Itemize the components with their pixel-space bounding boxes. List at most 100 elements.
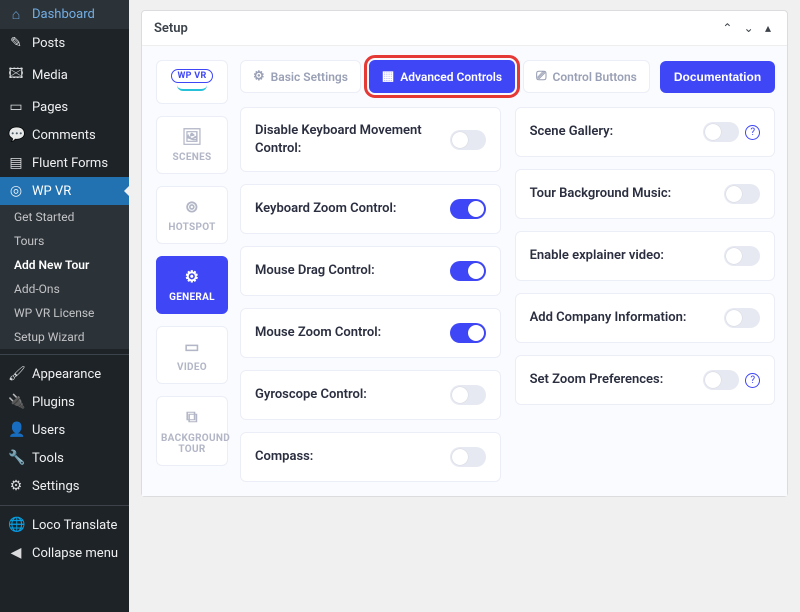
menu-icon: 🌐 xyxy=(8,517,24,533)
htab-icon: ⚙ xyxy=(253,69,265,84)
info-icon[interactable]: ? xyxy=(745,125,760,140)
htab-icon: ⎚ xyxy=(536,69,546,84)
htab-icon: ▦ xyxy=(382,69,394,84)
sidebar-subitem-setup-wizard[interactable]: Setup Wizard xyxy=(0,325,129,349)
sidebar-item-settings[interactable]: ⚙Settings xyxy=(0,472,129,500)
toggle-switch[interactable] xyxy=(450,130,486,150)
setting-controls xyxy=(450,130,486,150)
sidebar-item-collapse-menu[interactable]: ◀Collapse menu xyxy=(0,539,129,567)
setting-label: Keyboard Zoom Control: xyxy=(255,200,396,218)
setting-controls: ? xyxy=(703,122,760,142)
setting-row: Scene Gallery:? xyxy=(515,107,776,157)
toggle-switch[interactable] xyxy=(450,261,486,281)
toggle-switch[interactable] xyxy=(703,370,739,390)
setting-controls xyxy=(450,323,486,343)
menu-icon: ⚙ xyxy=(8,478,24,494)
setting-label: Enable explainer video: xyxy=(530,247,664,265)
menu-icon: 💬 xyxy=(8,127,24,143)
sidebar-item-media[interactable]: 🖾Media xyxy=(0,57,129,93)
vtab-bgtour[interactable]: ⧉BACKGROUND TOUR xyxy=(156,396,228,466)
settings-area: ⚙Basic Settings ▦ Advanced Controls ⎚ Contro… xyxy=(240,60,775,482)
setting-label: Set Zoom Preferences: xyxy=(530,371,664,389)
toggle-switch[interactable] xyxy=(450,199,486,219)
vtab-label: GENERAL xyxy=(169,292,215,303)
htab-advanced-controls[interactable]: ▦ Advanced Controls xyxy=(369,60,515,93)
setting-controls xyxy=(450,199,486,219)
sidebar-item-label: Users xyxy=(32,423,65,438)
htab-control-buttons[interactable]: ⎚ Control Buttons xyxy=(523,60,650,93)
setting-row: Tour Background Music: xyxy=(515,169,776,219)
setting-controls xyxy=(724,246,760,266)
scenes-icon: 🖼 xyxy=(161,127,223,146)
htab-basic-settings[interactable]: ⚙Basic Settings xyxy=(240,60,361,93)
vtab-hotspot[interactable]: ⊚ HOTSPOT xyxy=(156,186,228,244)
vtab-video[interactable]: ▭VIDEO xyxy=(156,326,228,384)
sidebar-item-label: Collapse menu xyxy=(32,546,118,561)
info-icon[interactable]: ? xyxy=(745,373,760,388)
video-icon: ▭ xyxy=(161,337,223,356)
panel-collapse-up[interactable]: ⌃ xyxy=(718,19,736,37)
sidebar-item-plugins[interactable]: 🔌Plugins xyxy=(0,388,129,416)
panel-toggle[interactable]: ▴ xyxy=(761,19,775,37)
toggle-switch[interactable] xyxy=(724,184,760,204)
sidebar-item-label: Appearance xyxy=(32,367,101,382)
sidebar-item-dashboard[interactable]: ⌂Dashboard xyxy=(0,0,129,29)
htab-label: Control Buttons xyxy=(553,70,637,84)
vertical-tabs: WP VR 🖼 SCENES ⊚ HOTSPOT ⚙ GENERAL ▭VIDEO ⧉BACKG… xyxy=(156,60,228,482)
panel-header: Setup ⌃ ⌄ ▴ xyxy=(142,11,787,46)
toggle-switch[interactable] xyxy=(724,246,760,266)
sidebar-item-label: Fluent Forms xyxy=(32,156,108,171)
toggle-switch[interactable] xyxy=(450,447,486,467)
toggle-switch[interactable] xyxy=(703,122,739,142)
sidebar-item-fluent-forms[interactable]: ▤Fluent Forms xyxy=(0,149,129,177)
htab-label: Advanced Controls xyxy=(400,70,502,84)
general-icon: ⚙ xyxy=(161,267,223,286)
setting-label: Mouse Zoom Control: xyxy=(255,324,381,342)
menu-icon: 🔧 xyxy=(8,450,24,466)
setting-controls xyxy=(724,184,760,204)
sidebar-item-wpvr[interactable]: ◎ WP VR xyxy=(0,177,129,205)
sidebar-subitem-add-ons[interactable]: Add-Ons xyxy=(0,277,129,301)
vtab-logo[interactable]: WP VR xyxy=(156,60,228,104)
toggle-switch[interactable] xyxy=(450,323,486,343)
sidebar-item-users[interactable]: 👤Users xyxy=(0,416,129,444)
toggle-switch[interactable] xyxy=(724,308,760,328)
setting-row: Disable Keyboard Movement Control: xyxy=(240,107,501,172)
sidebar-subitem-wp-vr-license[interactable]: WP VR License xyxy=(0,301,129,325)
setting-row: Add Company Information: xyxy=(515,293,776,343)
menu-icon: ✎ xyxy=(8,35,24,51)
sidebar-subitem-get-started[interactable]: Get Started xyxy=(0,205,129,229)
settings-columns: Disable Keyboard Movement Control: Keyboa… xyxy=(240,107,775,482)
sidebar-subitem-tours[interactable]: Tours xyxy=(0,229,129,253)
vtab-label: HOTSPOT xyxy=(168,222,215,233)
setting-label: Add Company Information: xyxy=(530,309,687,327)
panel-body: WP VR 🖼 SCENES ⊚ HOTSPOT ⚙ GENERAL ▭VIDEO ⧉BACKG… xyxy=(142,46,787,496)
sidebar-item-label: WP VR xyxy=(32,184,71,199)
vtab-scenes[interactable]: 🖼 SCENES xyxy=(156,116,228,174)
sidebar-item-tools[interactable]: 🔧 Tools xyxy=(0,444,129,472)
setting-row: Gyroscope Control: xyxy=(240,370,501,420)
sidebar-item-pages[interactable]: ▭Pages xyxy=(0,93,129,121)
wp-admin-sidebar: ⌂Dashboard✎Posts🖾Media▭Pages 💬 Comments ▤Fl… xyxy=(0,0,129,612)
sidebar-item-loco-translate[interactable]: 🌐Loco Translate xyxy=(0,511,129,539)
sidebar-subitem-add-new-tour[interactable]: Add New Tour xyxy=(0,253,129,277)
setting-row: Compass: xyxy=(240,432,501,482)
sidebar-item-comments[interactable]: 💬 Comments xyxy=(0,121,129,149)
panel-collapse-down[interactable]: ⌄ xyxy=(740,19,758,37)
vtab-label: SCENES xyxy=(173,152,212,163)
toggle-switch[interactable] xyxy=(450,385,486,405)
sidebar-item-label: Comments xyxy=(32,128,96,143)
setting-label: Scene Gallery: xyxy=(530,123,614,141)
vr-icon: ◎ xyxy=(8,183,24,199)
documentation-button[interactable]: Documentation xyxy=(660,61,775,93)
sidebar-item-posts[interactable]: ✎Posts xyxy=(0,29,129,57)
settings-column-left: Disable Keyboard Movement Control: Keyboa… xyxy=(240,107,501,482)
menu-icon: 🖾 xyxy=(8,63,24,87)
hotspot-icon: ⊚ xyxy=(161,197,223,216)
sidebar-item-label: Tools xyxy=(32,451,64,466)
sidebar-item-appearance[interactable]: 🖌Appearance xyxy=(0,360,129,388)
setup-panel: Setup ⌃ ⌄ ▴ WP VR 🖼 SCENES ⊚ HOTSPOT ⚙ GENERAL… xyxy=(141,10,788,497)
vtab-general[interactable]: ⚙ GENERAL xyxy=(156,256,228,314)
page-content: Setup ⌃ ⌄ ▴ WP VR 🖼 SCENES ⊚ HOTSPOT ⚙ GENERAL… xyxy=(129,0,800,612)
bgtour-icon: ⧉ xyxy=(161,407,223,427)
